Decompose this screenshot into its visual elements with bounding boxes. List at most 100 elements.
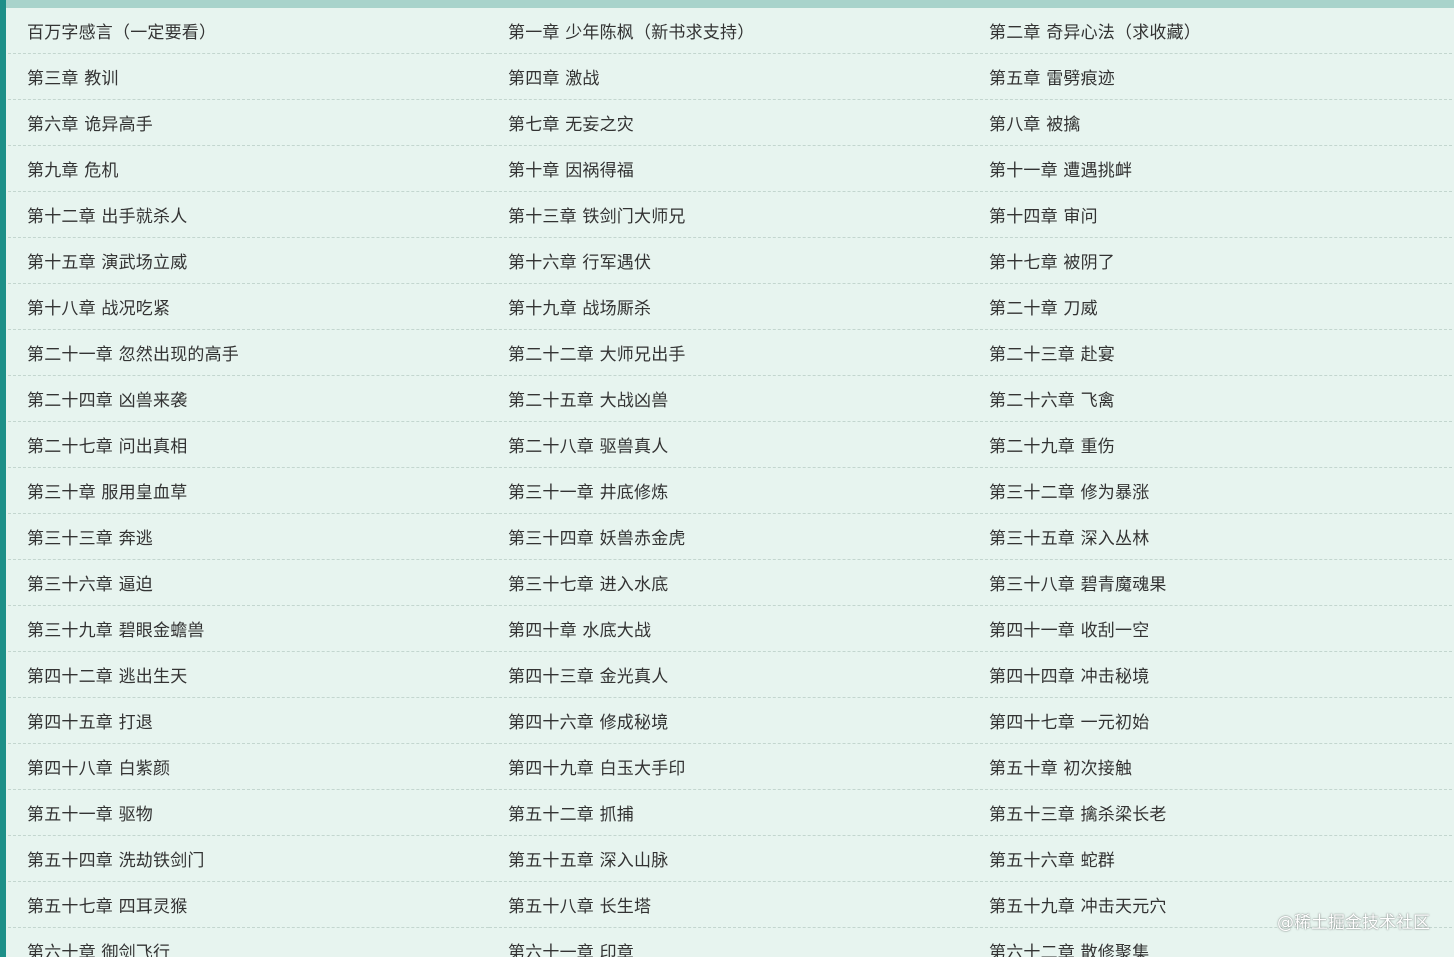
- chapter-link[interactable]: 第四十四章 冲击秘境: [989, 662, 1149, 687]
- chapter-link[interactable]: 第三十一章 井底修炼: [508, 478, 668, 503]
- chapter-link[interactable]: 第三十七章 进入水底: [508, 570, 668, 595]
- chapter-link[interactable]: 第四十二章 逃出生天: [27, 662, 187, 687]
- chapter-item: 第二十九章 重伤: [970, 422, 1452, 468]
- chapter-link[interactable]: 第四十一章 收刮一空: [989, 616, 1149, 641]
- chapter-link[interactable]: 第五十九章 冲击天元穴: [989, 892, 1167, 917]
- chapter-item: 第五十三章 擒杀梁长老: [970, 790, 1452, 836]
- chapter-link[interactable]: 第九章 危机: [27, 156, 119, 181]
- chapter-link[interactable]: 第二十五章 大战凶兽: [508, 386, 668, 411]
- chapter-link[interactable]: 第三十六章 逼迫: [27, 570, 153, 595]
- chapter-item: 第二十二章 大师兄出手: [489, 330, 970, 376]
- left-accent-rule: [0, 0, 6, 957]
- chapter-item: 第四十章 水底大战: [489, 606, 970, 652]
- chapter-link[interactable]: 第十一章 遭遇挑衅: [989, 156, 1132, 181]
- chapter-link[interactable]: 第十七章 被阴了: [989, 248, 1115, 273]
- chapter-link[interactable]: 第三十四章 妖兽赤金虎: [508, 524, 686, 549]
- chapter-item: 第十九章 战场厮杀: [489, 284, 970, 330]
- chapter-item: 第四十九章 白玉大手印: [489, 744, 970, 790]
- chapter-link[interactable]: 第十六章 行军遇伏: [508, 248, 651, 273]
- chapter-link[interactable]: 第四十三章 金光真人: [508, 662, 668, 687]
- chapter-link[interactable]: 第八章 被擒: [989, 110, 1081, 135]
- chapter-item: 第七章 无妄之灾: [489, 100, 970, 146]
- chapter-item: 第四十七章 一元初始: [970, 698, 1452, 744]
- chapter-link[interactable]: 第六十一章 印章: [508, 938, 634, 957]
- chapter-item: 第五十一章 驱物: [8, 790, 489, 836]
- chapter-item: 第十三章 铁剑门大师兄: [489, 192, 970, 238]
- chapter-link[interactable]: 第十五章 演武场立威: [27, 248, 187, 273]
- chapter-link[interactable]: 百万字感言（一定要看）: [27, 18, 216, 43]
- chapter-item: 第三十八章 碧青魔魂果: [970, 560, 1452, 606]
- chapter-item: 第二章 奇异心法（求收藏）: [970, 8, 1452, 54]
- chapter-item: 第二十一章 忽然出现的高手: [8, 330, 489, 376]
- chapter-item: 第五十六章 蛇群: [970, 836, 1452, 882]
- chapter-item: 第三十七章 进入水底: [489, 560, 970, 606]
- chapter-item: 第六十一章 印章: [489, 928, 970, 957]
- chapter-item: 第四十一章 收刮一空: [970, 606, 1452, 652]
- chapter-item: 第十章 因祸得福: [489, 146, 970, 192]
- chapter-link[interactable]: 第五十章 初次接触: [989, 754, 1132, 779]
- chapter-item: 第二十四章 凶兽来袭: [8, 376, 489, 422]
- chapter-link[interactable]: 第二十章 刀威: [989, 294, 1098, 319]
- chapter-link[interactable]: 第五章 雷劈痕迹: [989, 64, 1115, 89]
- chapter-link[interactable]: 第四章 激战: [508, 64, 600, 89]
- chapter-link[interactable]: 第二十四章 凶兽来袭: [27, 386, 187, 411]
- chapter-item: 第九章 危机: [8, 146, 489, 192]
- chapter-link[interactable]: 第十八章 战况吃紧: [27, 294, 170, 319]
- chapter-link[interactable]: 第五十一章 驱物: [27, 800, 153, 825]
- chapter-link[interactable]: 第六十章 御剑飞行: [27, 938, 170, 957]
- chapter-link[interactable]: 第二十七章 问出真相: [27, 432, 187, 457]
- chapter-link[interactable]: 第二章 奇异心法（求收藏）: [989, 18, 1201, 43]
- chapter-link[interactable]: 第四十六章 修成秘境: [508, 708, 668, 733]
- chapter-item: 第六十二章 散修聚集: [970, 928, 1452, 957]
- chapter-link[interactable]: 第五十八章 长生塔: [508, 892, 651, 917]
- chapter-item: 第五十八章 长生塔: [489, 882, 970, 928]
- chapter-link[interactable]: 第十九章 战场厮杀: [508, 294, 651, 319]
- chapter-link[interactable]: 第五十三章 擒杀梁长老: [989, 800, 1167, 825]
- chapter-link[interactable]: 第十三章 铁剑门大师兄: [508, 202, 686, 227]
- chapter-link[interactable]: 第二十一章 忽然出现的高手: [27, 340, 239, 365]
- chapter-link[interactable]: 第三十八章 碧青魔魂果: [989, 570, 1167, 595]
- chapter-link[interactable]: 第七章 无妄之灾: [508, 110, 634, 135]
- chapter-item: 第五十二章 抓捕: [489, 790, 970, 836]
- chapter-item: 第六章 诡异高手: [8, 100, 489, 146]
- chapter-item: 第十六章 行军遇伏: [489, 238, 970, 284]
- chapter-link[interactable]: 第二十九章 重伤: [989, 432, 1115, 457]
- chapter-item: 第三十六章 逼迫: [8, 560, 489, 606]
- chapter-link[interactable]: 第三十九章 碧眼金蟾兽: [27, 616, 205, 641]
- chapter-link[interactable]: 第二十三章 赴宴: [989, 340, 1115, 365]
- chapter-link[interactable]: 第三十二章 修为暴涨: [989, 478, 1149, 503]
- chapter-link[interactable]: 第四十章 水底大战: [508, 616, 651, 641]
- chapter-link[interactable]: 第五十七章 四耳灵猴: [27, 892, 187, 917]
- chapter-link[interactable]: 第四十五章 打退: [27, 708, 153, 733]
- chapter-link[interactable]: 第三章 教训: [27, 64, 119, 89]
- chapter-item: 第十七章 被阴了: [970, 238, 1452, 284]
- chapter-list-page: 百万字感言（一定要看） 第一章 少年陈枫（新书求支持） 第二章 奇异心法（求收藏） 第…: [0, 0, 1454, 957]
- chapter-link[interactable]: 第三十五章 深入丛林: [989, 524, 1149, 549]
- top-accent-strip: [0, 0, 1454, 8]
- chapter-item: 第五章 雷劈痕迹: [970, 54, 1452, 100]
- chapter-item: 第二十六章 飞禽: [970, 376, 1452, 422]
- chapter-link[interactable]: 第五十五章 深入山脉: [508, 846, 668, 871]
- chapter-link[interactable]: 第十二章 出手就杀人: [27, 202, 187, 227]
- chapter-item: 第四十八章 白紫颜: [8, 744, 489, 790]
- chapter-link[interactable]: 第六章 诡异高手: [27, 110, 153, 135]
- chapter-link[interactable]: 第四十九章 白玉大手印: [508, 754, 686, 779]
- chapter-link[interactable]: 第二十二章 大师兄出手: [508, 340, 686, 365]
- chapter-link[interactable]: 第十四章 审问: [989, 202, 1098, 227]
- chapter-item: 第三十一章 井底修炼: [489, 468, 970, 514]
- chapter-link[interactable]: 第五十二章 抓捕: [508, 800, 634, 825]
- chapter-link[interactable]: 第四十八章 白紫颜: [27, 754, 170, 779]
- chapter-item: 第三十四章 妖兽赤金虎: [489, 514, 970, 560]
- chapter-link[interactable]: 第三十章 服用皇血草: [27, 478, 187, 503]
- chapter-link[interactable]: 第二十六章 飞禽: [989, 386, 1115, 411]
- chapter-link[interactable]: 第十章 因祸得福: [508, 156, 634, 181]
- chapter-link[interactable]: 第六十二章 散修聚集: [989, 938, 1149, 957]
- chapter-link[interactable]: 第五十六章 蛇群: [989, 846, 1115, 871]
- chapter-link[interactable]: 第五十四章 洗劫铁剑门: [27, 846, 205, 871]
- chapter-item: 第四十三章 金光真人: [489, 652, 970, 698]
- chapter-link[interactable]: 第二十八章 驱兽真人: [508, 432, 668, 457]
- chapter-link[interactable]: 第四十七章 一元初始: [989, 708, 1149, 733]
- chapter-link[interactable]: 第三十三章 奔逃: [27, 524, 153, 549]
- chapter-item: 第四十四章 冲击秘境: [970, 652, 1452, 698]
- chapter-link[interactable]: 第一章 少年陈枫（新书求支持）: [508, 18, 754, 43]
